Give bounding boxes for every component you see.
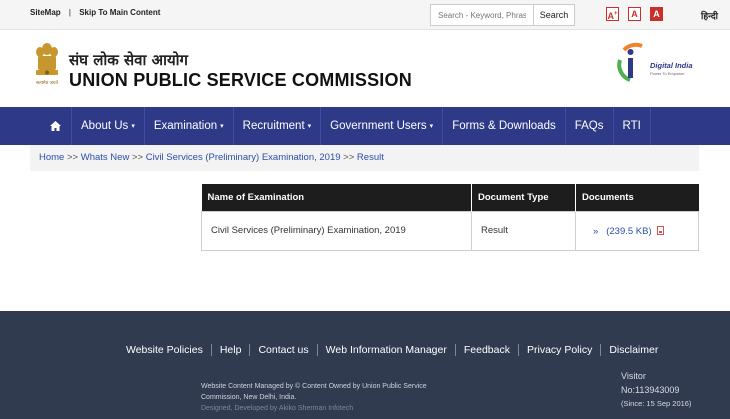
footer-link-feedback[interactable]: Feedback bbox=[454, 344, 518, 356]
breadcrumb-home[interactable]: Home bbox=[39, 152, 64, 163]
nav-home[interactable] bbox=[40, 107, 72, 145]
font-size-controls: A+ A A bbox=[606, 7, 672, 21]
font-decrease-button[interactable]: A bbox=[650, 7, 663, 21]
footer-link-website-policies[interactable]: Website Policies bbox=[126, 344, 211, 356]
doc-type-cell: Result bbox=[471, 210, 576, 251]
nav-recruitment[interactable]: Recruitment ▾ bbox=[234, 107, 322, 145]
nav-faqs[interactable]: FAQs bbox=[566, 107, 614, 145]
digital-india-tagline: Power To Empower bbox=[650, 71, 685, 76]
footer: Website Policies Help Contact us Web Inf… bbox=[0, 311, 730, 419]
nav-rti[interactable]: RTI bbox=[614, 107, 651, 145]
nav-examination-label: Examination bbox=[153, 120, 218, 132]
breadcrumb-whats-new[interactable]: Whats New bbox=[81, 152, 130, 163]
breadcrumb-current[interactable]: Result bbox=[357, 152, 384, 163]
nav-government-users-label: Government Users bbox=[330, 120, 427, 132]
visitor-since: (Since: 15 Sep 2016) bbox=[621, 399, 692, 408]
content-managed-text: Website Content Managed by © Content Own… bbox=[201, 381, 451, 414]
pdf-icon bbox=[657, 225, 665, 235]
nav-about-us-label: About Us bbox=[81, 120, 129, 132]
column-header-exam: Name of Examination bbox=[201, 184, 472, 211]
document-size: (239.5 KB) bbox=[606, 225, 652, 237]
home-icon bbox=[50, 121, 61, 132]
nav-about-us[interactable]: About Us ▾ bbox=[72, 107, 145, 145]
chevron-down-icon: ▾ bbox=[307, 123, 312, 130]
visitor-label: Visitor bbox=[621, 371, 646, 381]
documents-table: Name of Examination Document Type Docume… bbox=[201, 184, 699, 251]
nav-government-users[interactable]: Government Users ▾ bbox=[321, 107, 444, 145]
arrow-icon: » bbox=[593, 225, 599, 237]
top-links: SiteMap | Skip To Main Content bbox=[30, 8, 160, 17]
breadcrumb: Home >> Whats New >> Civil Services (Pre… bbox=[30, 145, 699, 171]
footer-links: Website Policies Help Contact us Web Inf… bbox=[126, 344, 666, 356]
chevron-down-icon: ▾ bbox=[429, 123, 434, 130]
breadcrumb-separator: >> bbox=[343, 152, 355, 163]
utility-bar: SiteMap | Skip To Main Content Search A+… bbox=[0, 0, 730, 30]
search-form: Search bbox=[430, 4, 575, 26]
column-header-doc-type: Document Type bbox=[471, 184, 576, 211]
emblem-caption: सत्यमेव जयते bbox=[36, 79, 59, 86]
org-title-hindi: संघ लोक सेवा आयोग bbox=[69, 51, 188, 69]
hindi-language-link[interactable]: हिन्दी bbox=[701, 9, 718, 22]
footer-link-privacy-policy[interactable]: Privacy Policy bbox=[517, 344, 600, 356]
nav-examination[interactable]: Examination ▾ bbox=[145, 107, 234, 145]
national-emblem-icon: सत्यमेव जयते bbox=[36, 43, 59, 86]
top-link-separator: | bbox=[68, 8, 71, 17]
nav-items: About Us ▾ Examination ▾ Recruitment ▾ Gove… bbox=[40, 107, 651, 145]
nav-forms-downloads[interactable]: Forms & Downloads bbox=[443, 107, 566, 145]
visitor-counter: Visitor No:113943009 (Since: 15 Sep 2016… bbox=[621, 369, 691, 411]
main-nav: About Us ▾ Examination ▾ Recruitment ▾ Gove… bbox=[0, 107, 730, 145]
developed-by-text: Designed, Developed by Akiko Sherman Inf… bbox=[201, 405, 354, 412]
search-input[interactable] bbox=[430, 4, 533, 26]
breadcrumb-exam[interactable]: Civil Services (Preliminary) Examination… bbox=[146, 152, 341, 163]
footer-link-help[interactable]: Help bbox=[210, 344, 250, 356]
footer-link-contact-us[interactable]: Contact us bbox=[249, 344, 316, 356]
chevron-down-icon: ▾ bbox=[220, 123, 224, 130]
column-header-documents: Documents bbox=[575, 184, 699, 211]
font-normal-button[interactable]: A bbox=[628, 7, 641, 21]
managed-by-text: Website Content Managed by © Content Own… bbox=[201, 383, 427, 401]
table-header-row: Name of Examination Document Type Docume… bbox=[201, 184, 699, 211]
breadcrumb-separator: >> bbox=[66, 152, 79, 163]
search-button[interactable]: Search bbox=[533, 4, 575, 26]
digital-india-logo[interactable]: Digital India Power To Empower bbox=[616, 40, 696, 88]
footer-link-web-information-manager[interactable]: Web Information Manager bbox=[316, 344, 455, 356]
footer-link-disclaimer[interactable]: Disclaimer bbox=[600, 344, 666, 356]
org-title-english[interactable]: UNION PUBLIC SERVICE COMMISSION bbox=[69, 70, 412, 91]
sitemap-link[interactable]: SiteMap bbox=[30, 8, 61, 17]
skip-to-main-link[interactable]: Skip To Main Content bbox=[79, 8, 160, 17]
digital-india-title: Digital India bbox=[650, 61, 693, 70]
documents-cell: » (239.5 KB) bbox=[575, 210, 699, 251]
table-row: Civil Services (Preliminary) Examination… bbox=[201, 210, 699, 251]
nav-recruitment-label: Recruitment bbox=[242, 120, 305, 132]
font-plus-sign: + bbox=[613, 11, 618, 17]
font-increase-button[interactable]: A+ bbox=[606, 7, 619, 21]
document-download-link[interactable]: » (239.5 KB) bbox=[585, 225, 665, 237]
chevron-down-icon: ▾ bbox=[131, 123, 135, 130]
visitor-count: No:113943009 bbox=[621, 385, 680, 395]
exam-name-cell: Civil Services (Preliminary) Examination… bbox=[201, 210, 472, 251]
breadcrumb-separator: >> bbox=[131, 152, 144, 163]
